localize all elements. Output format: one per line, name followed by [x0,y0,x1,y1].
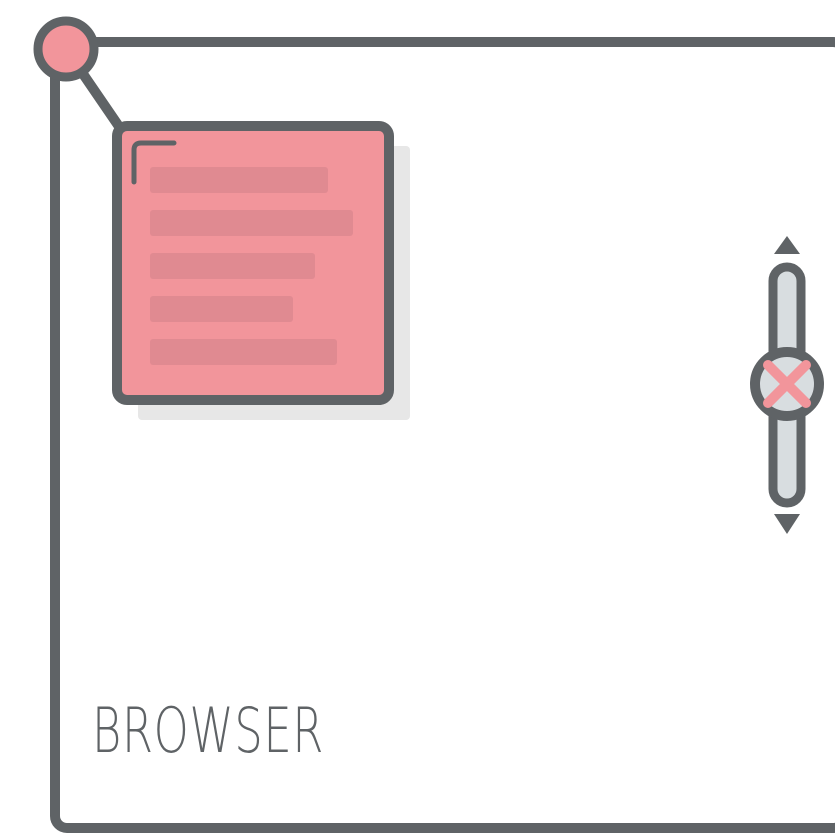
circle-icon[interactable] [33,16,99,82]
popup-card[interactable] [112,121,394,405]
browser-label: BROWSER [92,694,325,767]
card-text-line [150,296,293,322]
card-text-line [150,339,337,365]
card-text-line [150,253,315,279]
card-text-line [150,210,353,236]
card-text-line [150,167,328,193]
